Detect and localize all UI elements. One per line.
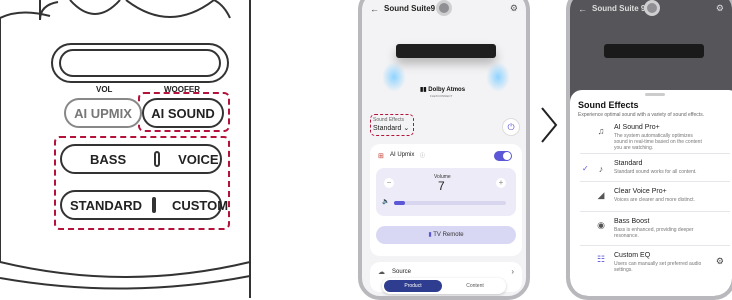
standard-label: STANDARD [70, 197, 142, 213]
sheet-title: Sound Effects [578, 100, 639, 110]
remote-illustration: VOL WOOFER AI UPMIX AI SOUND BASS VOICE … [0, 0, 300, 298]
divider [151, 197, 156, 213]
sound-effects-value: Standard [373, 125, 402, 132]
sheet-subtitle: Experience optimal sound with a variety … [578, 112, 705, 118]
remote-icon: ▮ [428, 232, 432, 238]
back-arrow-icon[interactable]: ← [578, 4, 587, 14]
music-note-icon: ♪ [598, 164, 604, 174]
volume-up-button[interactable]: + [496, 178, 506, 188]
source-label: Source [392, 269, 412, 275]
ai-upmix-toggle[interactable] [494, 151, 512, 161]
camera-icon [644, 0, 660, 16]
custom-label: CUSTOM [171, 197, 229, 213]
chevron-right-icon [541, 107, 558, 143]
custom-eq-settings-icon[interactable]: ⚙ [716, 256, 724, 267]
tab-product[interactable]: Product [384, 280, 442, 292]
chevron-down-icon: ⌄ [403, 125, 410, 132]
option-ai-sound-pro[interactable]: ♫ AI Sound Pro+ The system automatically… [580, 120, 730, 154]
option-desc: Standard sound works for all content. [614, 169, 697, 175]
volume-down-button[interactable]: − [384, 178, 394, 188]
option-desc: Voices are clearer and more distinct. [614, 197, 695, 203]
sound-effects-label: Sound Effects [373, 117, 405, 123]
option-desc: Users can manually set preferred audio s… [614, 261, 702, 273]
option-title: Custom EQ [614, 252, 651, 259]
dolby-logo: ▮▮ Dolby Atmos [420, 87, 466, 93]
ai-sound-icon: ♫ [597, 126, 605, 136]
speaker-icon: 🔈 [382, 199, 390, 205]
dolby-text: Dolby Atmos [428, 87, 466, 93]
ai-upmix-label: AI Upmix [390, 152, 415, 158]
sheet-handle[interactable] [645, 93, 665, 96]
source-icon: ☁ [378, 269, 385, 276]
glow-right [486, 62, 510, 92]
option-title: Standard [614, 160, 643, 167]
bottom-tab-bar: Product Content [382, 278, 506, 294]
soundbar-image [604, 44, 704, 58]
sound-effects-dropdown[interactable]: Standard ⌄ [373, 124, 409, 132]
option-clear-voice[interactable]: ◢ Clear Voice Pro+ Voices are clearer an… [580, 184, 730, 212]
chevron-right-icon: › [511, 267, 514, 276]
option-bass-boost[interactable]: ◉ Bass Boost Bass is enhanced, providing… [580, 214, 730, 246]
phone-sound-effects-screen: ← Sound Suite 9 ⚙ Sound Effects Experien… [566, 0, 732, 300]
settings-gear-icon[interactable]: ⚙ [510, 3, 518, 14]
tv-remote-button[interactable]: ▮ TV Remote [376, 226, 516, 244]
settings-gear-icon[interactable]: ⚙ [716, 3, 724, 14]
bass-icon: ◉ [597, 220, 605, 230]
camera-icon [436, 0, 452, 16]
option-custom-eq[interactable]: ☷ Custom EQ Users can manually set prefe… [580, 248, 730, 280]
voice-label: VOICE [178, 151, 219, 167]
ai-upmix-button[interactable]: AI UPMIX [64, 98, 142, 128]
option-standard[interactable]: ✓ ♪ Standard Standard sound works for al… [580, 156, 730, 182]
sound-effects-sheet: Sound Effects Experience optimal sound w… [570, 90, 732, 296]
power-button[interactable]: ⏻ [502, 118, 520, 136]
device-title: Sound Suite 9 [592, 4, 646, 13]
tv-remote-label: TV Remote [433, 232, 464, 238]
option-desc: Bass is enhanced, providing deeper reson… [614, 227, 694, 239]
controls-card: ⊞ AI Upmix ⓘ Volume 7 − + 🔈 ▮ TV Remote [370, 144, 522, 256]
voice-icon: ◢ [597, 190, 605, 200]
phone-main-screen: ← Sound Suite9 ⚙ ▮▮ Dolby Atmos FLEXCONN… [358, 0, 530, 300]
soundbar-image [396, 44, 496, 58]
divider [154, 151, 161, 167]
info-icon[interactable]: ⓘ [420, 152, 425, 159]
check-icon: ✓ [582, 164, 589, 173]
upmix-icon: ⊞ [378, 153, 384, 160]
ai-sound-button[interactable]: AI SOUND [142, 98, 224, 128]
glow-left [382, 62, 406, 92]
standard-custom-button[interactable]: STANDARD CUSTOM [60, 190, 228, 220]
volume-slider-track[interactable] [394, 201, 506, 205]
bass-label: BASS [90, 151, 127, 167]
vol-label: VOL [96, 85, 113, 94]
option-title: AI Sound Pro+ [614, 124, 660, 131]
bass-voice-button[interactable]: BASS VOICE [60, 144, 222, 174]
volume-slider-fill [394, 201, 406, 205]
option-title: Bass Boost [614, 218, 650, 225]
tab-content[interactable]: Content [446, 280, 504, 292]
device-title: Sound Suite9 [384, 4, 436, 13]
eq-icon: ☷ [596, 254, 606, 264]
option-title: Clear Voice Pro+ [614, 188, 667, 195]
volume-value: 7 [438, 179, 445, 193]
dolby-sub: FLEXCONNECT [430, 94, 453, 98]
option-desc: The system automatically optimizes sound… [614, 133, 702, 151]
back-arrow-icon[interactable]: ← [370, 4, 379, 14]
